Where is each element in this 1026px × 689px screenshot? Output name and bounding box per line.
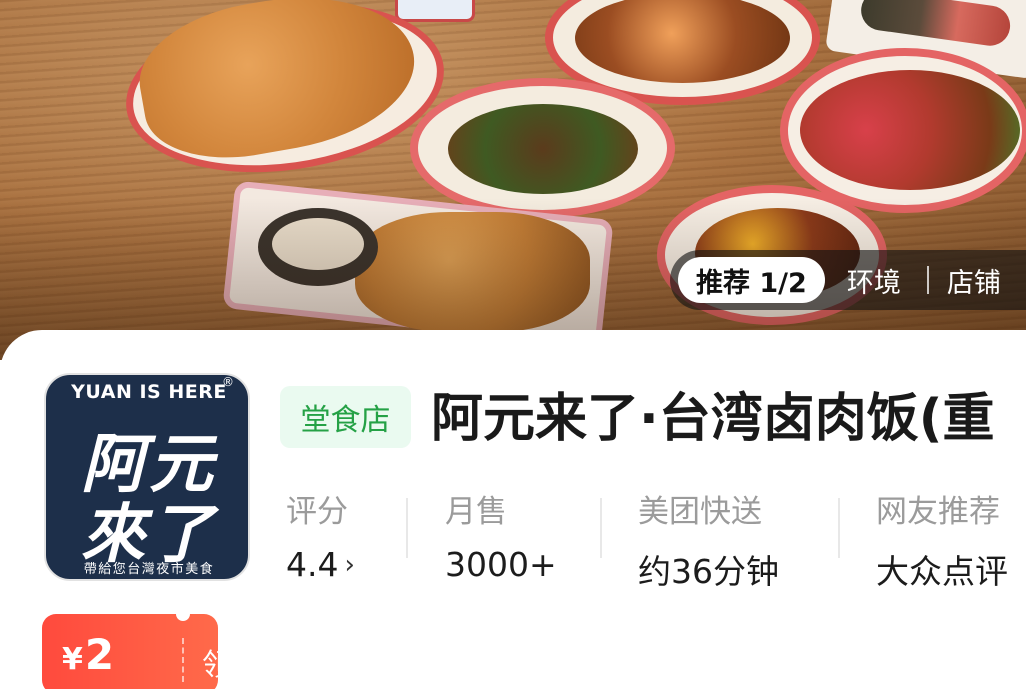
stat-divider <box>406 498 408 558</box>
gallery-tab-bar: 推荐 1/2 环境 店铺 <box>670 250 1026 310</box>
coupon-divider <box>182 638 184 682</box>
delivery-value: 约36分钟 <box>638 552 779 591</box>
coupon-button[interactable]: ¥2 领 <box>42 607 232 689</box>
coupon-claim-label[interactable]: 领 <box>202 640 232 684</box>
chevron-right-icon: › <box>344 550 355 580</box>
coupon-value: 2 <box>84 629 115 679</box>
coupon-amount: ¥2 <box>62 630 114 679</box>
sales-label: 月售 <box>445 494 507 530</box>
coupon-notch <box>176 607 190 621</box>
stat-recommendation[interactable]: 网友推荐 大众点评 <box>876 486 1008 593</box>
currency-symbol: ¥ <box>62 641 83 677</box>
logo-tagline: 帶給您台灣夜市美食 <box>83 562 215 577</box>
store-stats: 评分 4.4 › 月售 3000+ 美团快送 约36分钟 网友推荐 大众点评 <box>286 486 1026 591</box>
store-logo[interactable]: YUAN IS HERE ® 阿元 來了 帶給您台灣夜市美食 <box>44 373 250 581</box>
tab-environment[interactable]: 环境 <box>847 261 901 300</box>
tab-divider <box>926 266 929 294</box>
store-title: 阿元来了·台湾卤肉饭(重 <box>431 389 995 449</box>
stat-rating[interactable]: 评分 4.4 › <box>286 486 355 584</box>
stat-divider <box>600 498 602 558</box>
logo-english-name: YUAN IS HERE <box>71 381 227 403</box>
dine-in-badge: 堂食店 <box>280 386 411 448</box>
stat-divider <box>838 498 840 558</box>
stat-delivery: 美团快送 约36分钟 <box>638 486 779 593</box>
recommend-label: 网友推荐 <box>876 494 1000 530</box>
tab-recommended[interactable]: 推荐 1/2 <box>678 257 825 303</box>
registered-mark: ® <box>222 375 234 389</box>
rating-value: 4.4 <box>286 545 339 584</box>
rating-label: 评分 <box>286 494 348 530</box>
recommend-value: 大众点评 <box>876 552 1008 591</box>
stat-monthly-sales: 月售 3000+ <box>445 486 557 584</box>
tab-store[interactable]: 店铺 <box>947 261 1001 300</box>
delivery-label: 美团快送 <box>638 494 762 530</box>
hero-banner-image[interactable]: 推荐 1/2 环境 店铺 <box>0 0 1026 360</box>
sales-value: 3000+ <box>445 545 557 584</box>
